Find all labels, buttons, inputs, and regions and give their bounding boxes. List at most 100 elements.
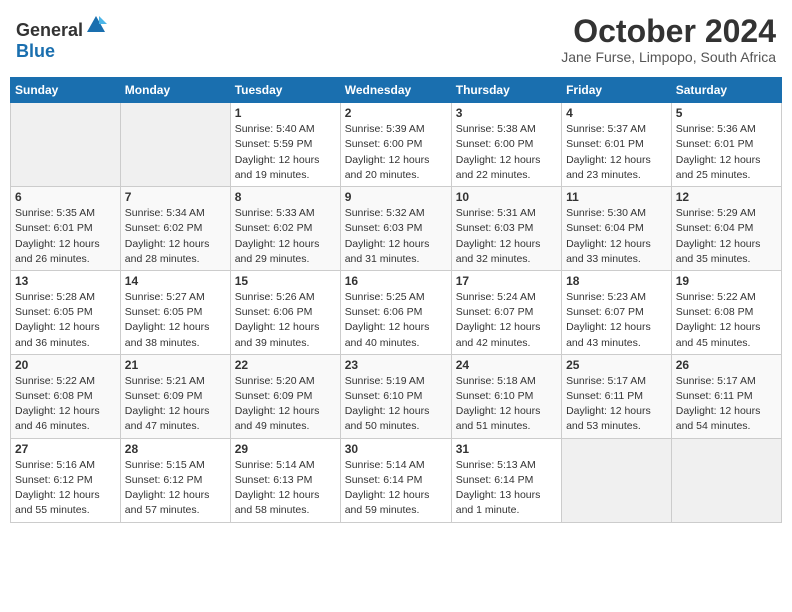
calendar-cell: 7 Sunrise: 5:34 AMSunset: 6:02 PMDaylight… (120, 187, 230, 271)
calendar-cell: 12 Sunrise: 5:29 AMSunset: 6:04 PMDayligh… (671, 187, 781, 271)
calendar-week-row: 13Sunrise: 5:28 AMSunset: 6:05 PMDayligh… (11, 270, 782, 354)
day-number: 1 (235, 106, 336, 120)
calendar-cell: 4Sunrise: 5:37 AMSunset: 6:01 PMDaylight… (562, 103, 672, 187)
day-number: 9 (345, 190, 447, 204)
calendar-cell (671, 438, 781, 522)
day-info: Sunrise: 5:35 AMSunset: 6:01 PMDaylight:… (15, 206, 116, 267)
day-info: Sunrise: 5:13 AMSunset: 6:14 PMDaylight:… (456, 458, 557, 519)
day-number: 3 (456, 106, 557, 120)
day-info: Sunrise: 5:14 AMSunset: 6:13 PMDaylight:… (235, 458, 336, 519)
day-info: Sunrise: 5:29 AMSunset: 6:04 PMDaylight:… (676, 206, 777, 267)
day-info: Sunrise: 5:19 AMSunset: 6:10 PMDaylight:… (345, 374, 447, 435)
calendar-cell: 8 Sunrise: 5:33 AMSunset: 6:02 PMDaylight… (230, 187, 340, 271)
day-number: 14 (125, 274, 226, 288)
day-info: Sunrise: 5:31 AMSunset: 6:03 PMDaylight:… (456, 206, 557, 267)
day-number: 16 (345, 274, 447, 288)
day-number: 7 (125, 190, 226, 204)
day-info: Sunrise: 5:25 AMSunset: 6:06 PMDaylight:… (345, 290, 447, 351)
weekday-header-row: SundayMondayTuesdayWednesdayThursdayFrid… (11, 78, 782, 103)
calendar-cell: 1 Sunrise: 5:40 AMSunset: 5:59 PMDaylight… (230, 103, 340, 187)
calendar-week-row: 1 Sunrise: 5:40 AMSunset: 5:59 PMDaylight… (11, 103, 782, 187)
logo: General Blue (16, 14, 107, 62)
weekday-header: Wednesday (340, 78, 451, 103)
calendar-cell: 10 Sunrise: 5:31 AMSunset: 6:03 PMDayligh… (451, 187, 561, 271)
month-title: October 2024 (561, 14, 776, 49)
day-info: Sunrise: 5:22 AMSunset: 6:08 PMDaylight:… (676, 290, 777, 351)
calendar-cell: 19Sunrise: 5:22 AMSunset: 6:08 PMDayligh… (671, 270, 781, 354)
day-number: 8 (235, 190, 336, 204)
day-number: 12 (676, 190, 777, 204)
day-info: Sunrise: 5:34 AMSunset: 6:02 PMDaylight:… (125, 206, 226, 267)
day-number: 22 (235, 358, 336, 372)
day-number: 20 (15, 358, 116, 372)
logo-text: General Blue (16, 14, 107, 62)
day-number: 11 (566, 190, 667, 204)
calendar-cell: 15 Sunrise: 5:26 AMSunset: 6:06 PMDayligh… (230, 270, 340, 354)
weekday-header: Thursday (451, 78, 561, 103)
logo-general: General (16, 20, 83, 40)
day-info: Sunrise: 5:17 AMSunset: 6:11 PMDaylight:… (676, 374, 777, 435)
day-info: Sunrise: 5:17 AMSunset: 6:11 PMDaylight:… (566, 374, 667, 435)
day-number: 28 (125, 442, 226, 456)
location-title: Jane Furse, Limpopo, South Africa (561, 49, 776, 65)
day-info: Sunrise: 5:21 AMSunset: 6:09 PMDaylight:… (125, 374, 226, 435)
logo-blue: Blue (16, 41, 55, 61)
calendar-cell: 3Sunrise: 5:38 AMSunset: 6:00 PMDaylight… (451, 103, 561, 187)
calendar-cell: 27 Sunrise: 5:16 AMSunset: 6:12 PMDayligh… (11, 438, 121, 522)
calendar-cell (562, 438, 672, 522)
day-number: 2 (345, 106, 447, 120)
day-info: Sunrise: 5:36 AMSunset: 6:01 PMDaylight:… (676, 122, 777, 183)
day-number: 24 (456, 358, 557, 372)
calendar-cell: 28 Sunrise: 5:15 AMSunset: 6:12 PMDayligh… (120, 438, 230, 522)
calendar-cell: 13Sunrise: 5:28 AMSunset: 6:05 PMDayligh… (11, 270, 121, 354)
calendar-cell: 30Sunrise: 5:14 AMSunset: 6:14 PMDayligh… (340, 438, 451, 522)
title-block: October 2024 Jane Furse, Limpopo, South … (561, 14, 776, 65)
weekday-header: Saturday (671, 78, 781, 103)
calendar-cell: 6 Sunrise: 5:35 AMSunset: 6:01 PMDaylight… (11, 187, 121, 271)
day-info: Sunrise: 5:32 AMSunset: 6:03 PMDaylight:… (345, 206, 447, 267)
calendar-cell (11, 103, 121, 187)
calendar-cell: 23 Sunrise: 5:19 AMSunset: 6:10 PMDayligh… (340, 354, 451, 438)
page-header: General Blue October 2024 Jane Furse, Li… (10, 10, 782, 69)
calendar-cell: 31 Sunrise: 5:13 AMSunset: 6:14 PMDayligh… (451, 438, 561, 522)
calendar-cell: 11 Sunrise: 5:30 AMSunset: 6:04 PMDayligh… (562, 187, 672, 271)
day-info: Sunrise: 5:40 AMSunset: 5:59 PMDaylight:… (235, 122, 336, 183)
day-number: 21 (125, 358, 226, 372)
weekday-header: Sunday (11, 78, 121, 103)
day-info: Sunrise: 5:20 AMSunset: 6:09 PMDaylight:… (235, 374, 336, 435)
calendar-cell: 16 Sunrise: 5:25 AMSunset: 6:06 PMDayligh… (340, 270, 451, 354)
day-number: 31 (456, 442, 557, 456)
calendar-cell: 5Sunrise: 5:36 AMSunset: 6:01 PMDaylight… (671, 103, 781, 187)
weekday-header: Tuesday (230, 78, 340, 103)
day-info: Sunrise: 5:33 AMSunset: 6:02 PMDaylight:… (235, 206, 336, 267)
calendar-week-row: 20Sunrise: 5:22 AMSunset: 6:08 PMDayligh… (11, 354, 782, 438)
day-info: Sunrise: 5:37 AMSunset: 6:01 PMDaylight:… (566, 122, 667, 183)
day-number: 13 (15, 274, 116, 288)
weekday-header: Friday (562, 78, 672, 103)
calendar-week-row: 27 Sunrise: 5:16 AMSunset: 6:12 PMDayligh… (11, 438, 782, 522)
calendar-cell: 25Sunrise: 5:17 AMSunset: 6:11 PMDayligh… (562, 354, 672, 438)
calendar-cell: 18Sunrise: 5:23 AMSunset: 6:07 PMDayligh… (562, 270, 672, 354)
day-number: 26 (676, 358, 777, 372)
day-number: 23 (345, 358, 447, 372)
day-info: Sunrise: 5:39 AMSunset: 6:00 PMDaylight:… (345, 122, 447, 183)
day-number: 10 (456, 190, 557, 204)
calendar-cell: 24 Sunrise: 5:18 AMSunset: 6:10 PMDayligh… (451, 354, 561, 438)
day-info: Sunrise: 5:26 AMSunset: 6:06 PMDaylight:… (235, 290, 336, 351)
day-number: 6 (15, 190, 116, 204)
day-number: 29 (235, 442, 336, 456)
calendar-cell: 17Sunrise: 5:24 AMSunset: 6:07 PMDayligh… (451, 270, 561, 354)
day-info: Sunrise: 5:18 AMSunset: 6:10 PMDaylight:… (456, 374, 557, 435)
calendar-cell: 29 Sunrise: 5:14 AMSunset: 6:13 PMDayligh… (230, 438, 340, 522)
calendar-cell: 2 Sunrise: 5:39 AMSunset: 6:00 PMDaylight… (340, 103, 451, 187)
day-number: 30 (345, 442, 447, 456)
calendar-cell: 9 Sunrise: 5:32 AMSunset: 6:03 PMDaylight… (340, 187, 451, 271)
day-number: 18 (566, 274, 667, 288)
day-info: Sunrise: 5:16 AMSunset: 6:12 PMDaylight:… (15, 458, 116, 519)
day-info: Sunrise: 5:27 AMSunset: 6:05 PMDaylight:… (125, 290, 226, 351)
day-info: Sunrise: 5:24 AMSunset: 6:07 PMDaylight:… (456, 290, 557, 351)
day-info: Sunrise: 5:30 AMSunset: 6:04 PMDaylight:… (566, 206, 667, 267)
day-info: Sunrise: 5:15 AMSunset: 6:12 PMDaylight:… (125, 458, 226, 519)
day-number: 15 (235, 274, 336, 288)
day-number: 27 (15, 442, 116, 456)
